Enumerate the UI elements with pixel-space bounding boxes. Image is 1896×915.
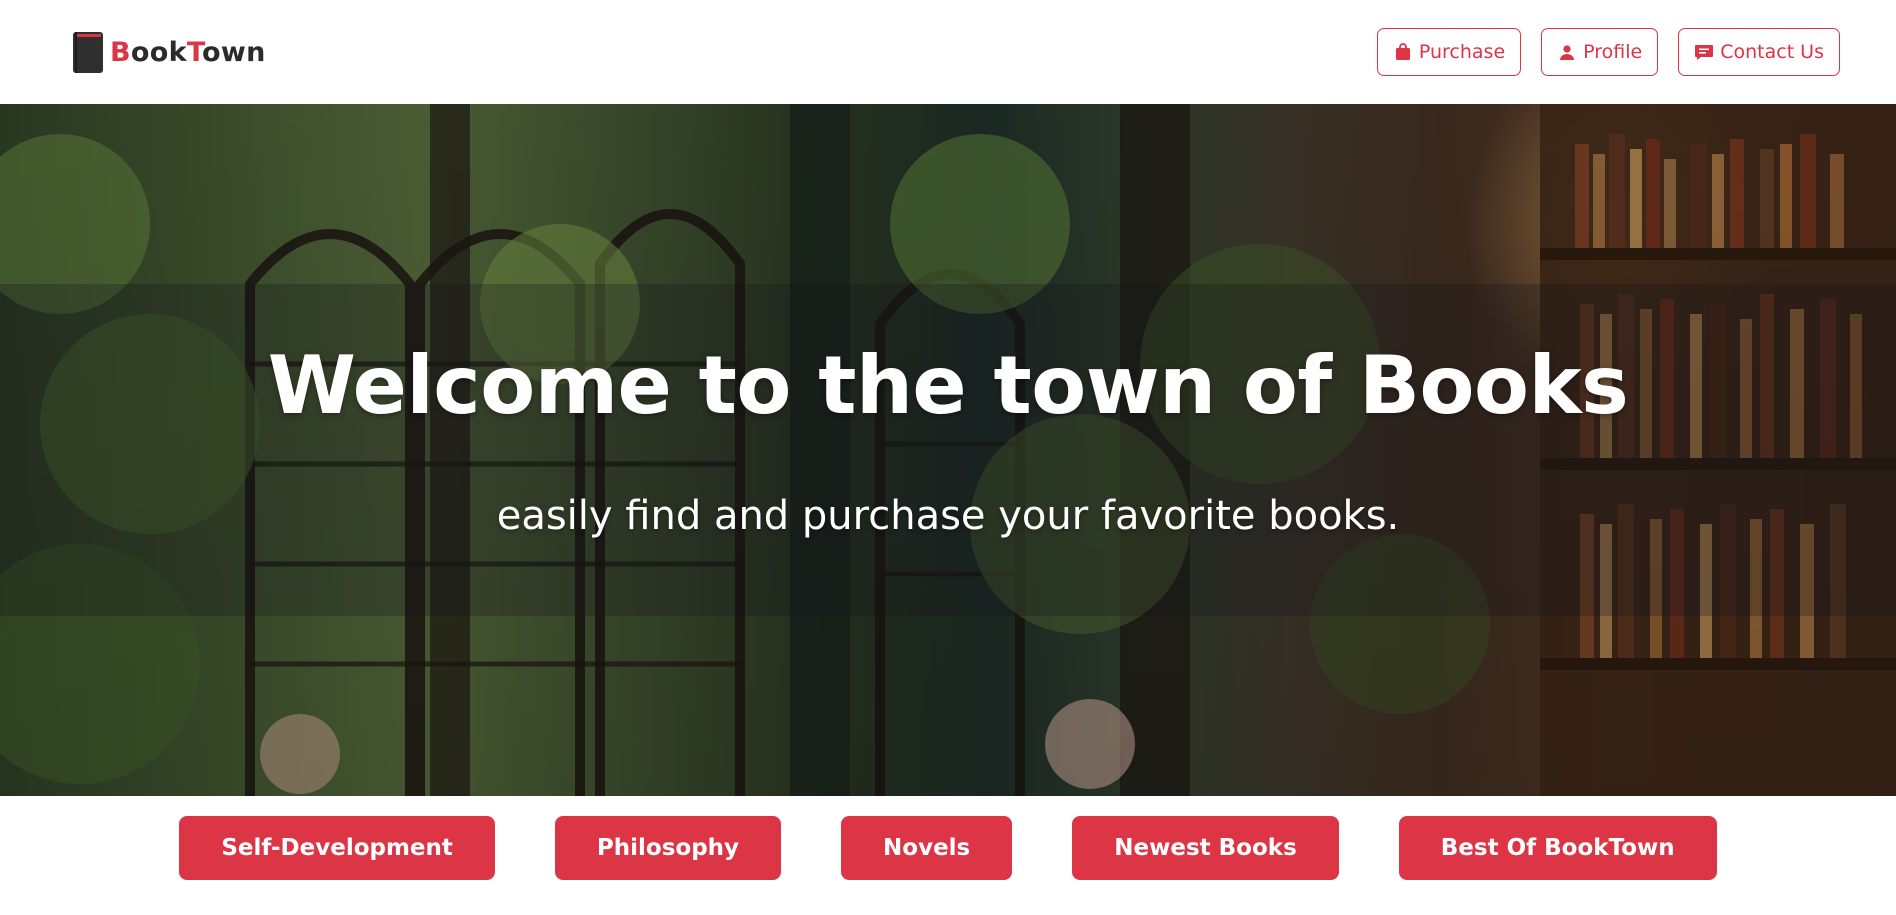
brand-name: BookTown — [110, 37, 266, 68]
shopping-bag-icon — [1393, 42, 1413, 62]
hero-title: Welcome to the town of Books — [267, 339, 1629, 432]
category-self-development-button[interactable]: Self-Development — [179, 816, 495, 880]
brand-part-1: ook — [130, 36, 187, 68]
category-buttons: Self-Development Philosophy Novels Newes… — [0, 816, 1896, 880]
chat-bubble-icon — [1694, 42, 1714, 62]
nav-buttons: Purchase Profile Contact Us — [1376, 28, 1840, 76]
brand-logo-link[interactable]: BookTown — [72, 30, 266, 74]
profile-label: Profile — [1583, 41, 1643, 63]
category-philosophy-button[interactable]: Philosophy — [554, 816, 782, 880]
purchase-button[interactable]: Purchase — [1376, 28, 1522, 76]
contact-us-button[interactable]: Contact Us — [1678, 28, 1840, 76]
profile-button[interactable]: Profile — [1541, 28, 1659, 76]
contact-us-label: Contact Us — [1720, 41, 1824, 63]
book-icon — [72, 30, 104, 74]
category-novels-button[interactable]: Novels — [841, 816, 1013, 880]
hero-text-band — [0, 284, 1896, 616]
brand-part-2: own — [202, 36, 266, 68]
purchase-label: Purchase — [1418, 41, 1506, 63]
category-best-of-booktown-button[interactable]: Best Of BookTown — [1398, 816, 1717, 880]
navbar: BookTown Purchase Profile Contact Us — [0, 0, 1896, 104]
person-icon — [1557, 42, 1577, 62]
brand-letter-b: B — [110, 36, 131, 68]
brand-letter-t: T — [186, 36, 202, 68]
hero-section — [0, 104, 1896, 796]
hero-subtitle: easily find and purchase your favorite b… — [496, 493, 1400, 539]
category-newest-books-button[interactable]: Newest Books — [1072, 816, 1339, 880]
